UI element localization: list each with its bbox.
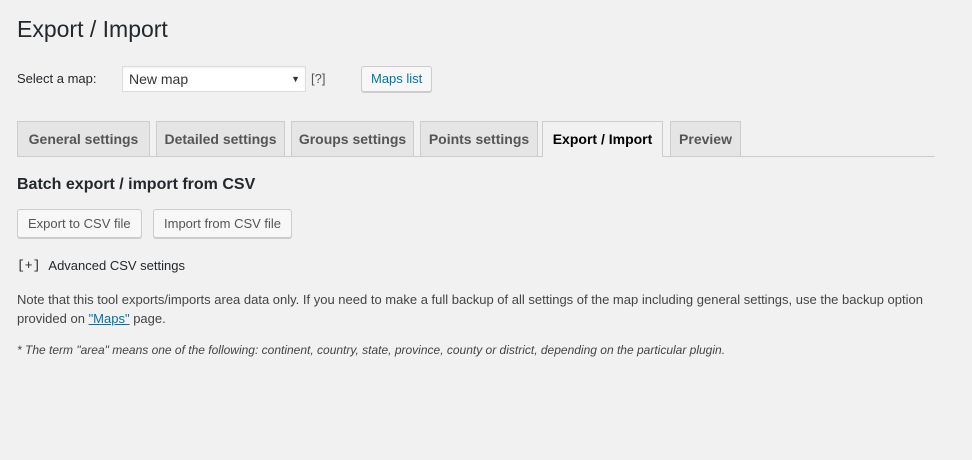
- maps-list-button[interactable]: Maps list: [361, 66, 433, 92]
- note-text-after: page.: [129, 311, 166, 326]
- backup-note: Note that this tool exports/imports area…: [17, 290, 947, 328]
- map-select-label: Select a map:: [17, 70, 97, 86]
- page: Export / Import Select a map: New map ▼ …: [0, 0, 972, 460]
- import-csv-button[interactable]: Import from CSV file: [153, 209, 293, 238]
- help-link[interactable]: [?]: [311, 71, 325, 86]
- settings-tabs: General settings Detailed settings Group…: [17, 121, 935, 157]
- tab-detailed-settings[interactable]: Detailed settings: [156, 121, 285, 156]
- advanced-csv-settings-label: Advanced CSV settings: [48, 258, 185, 273]
- advanced-csv-settings-toggle[interactable]: [+] Advanced CSV settings: [17, 257, 185, 275]
- chevron-down-icon: ▼: [291, 74, 300, 84]
- page-title: Export / Import: [17, 16, 168, 42]
- map-select-dropdown[interactable]: New map ▼: [122, 66, 306, 92]
- tab-export-import[interactable]: Export / Import: [542, 121, 663, 157]
- tab-points-settings[interactable]: Points settings: [420, 121, 538, 156]
- tab-groups-settings[interactable]: Groups settings: [291, 121, 414, 156]
- section-title: Batch export / import from CSV: [17, 176, 256, 193]
- maps-page-link[interactable]: "Maps": [89, 311, 130, 326]
- tab-preview[interactable]: Preview: [670, 121, 741, 156]
- area-footnote: * The term "area" means one of the follo…: [17, 343, 726, 357]
- map-selector-row: Select a map: New map ▼ [?]: [17, 65, 325, 93]
- map-select-value: New map: [129, 71, 189, 87]
- expand-icon: [+]: [17, 258, 41, 273]
- tab-general-settings[interactable]: General settings: [17, 121, 150, 156]
- export-csv-button[interactable]: Export to CSV file: [17, 209, 142, 238]
